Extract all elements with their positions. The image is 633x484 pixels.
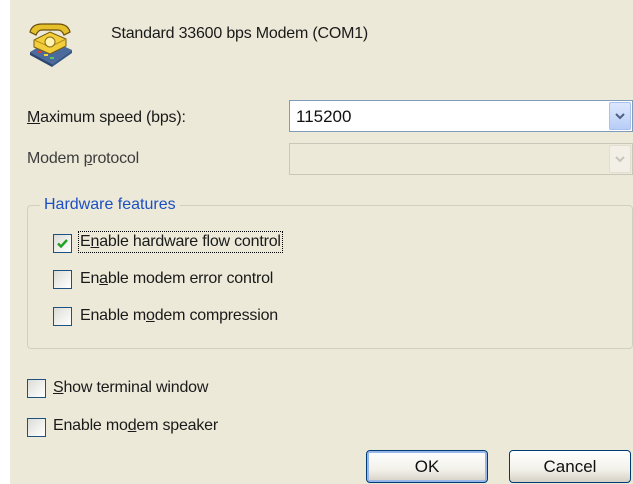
modem-speaker-checkbox[interactable] [27, 418, 46, 437]
modem-error-control-label[interactable]: Enable modem error control [80, 270, 273, 288]
hardware-flow-control-label[interactable]: Enable hardware flow control [78, 231, 283, 253]
hardware-flow-control-checkbox[interactable] [53, 234, 72, 253]
modem-compression-label[interactable]: Enable modem compression [80, 307, 278, 325]
max-speed-dropdown-button[interactable] [609, 102, 631, 130]
modem-speaker-label[interactable]: Enable modem speaker [53, 417, 218, 435]
hardware-features-title: Hardware features [40, 196, 180, 214]
cancel-button[interactable]: Cancel [509, 450, 631, 483]
ok-button[interactable]: OK [366, 450, 488, 483]
phone-modem-icon [24, 18, 76, 68]
checkmark-icon [57, 239, 68, 249]
show-terminal-window-label[interactable]: Show terminal window [53, 379, 208, 397]
modem-advanced-dialog: Standard 33600 bps Modem (COM1) Maximum … [10, 0, 633, 484]
modem-error-control-checkbox[interactable] [53, 270, 72, 289]
max-speed-select[interactable]: 115200 [289, 100, 633, 132]
modem-compression-checkbox[interactable] [53, 307, 72, 326]
chevron-down-icon [615, 113, 625, 120]
show-terminal-window-checkbox[interactable] [27, 379, 46, 398]
chevron-down-icon [615, 156, 625, 163]
modem-protocol-select [289, 143, 633, 175]
modem-protocol-dropdown-button [609, 145, 631, 173]
max-speed-value: 115200 [296, 107, 352, 126]
max-speed-label: Maximum speed (bps): [27, 109, 186, 126]
modem-name: Standard 33600 bps Modem (COM1) [111, 25, 369, 42]
modem-protocol-label: Modem protocol [27, 150, 139, 167]
